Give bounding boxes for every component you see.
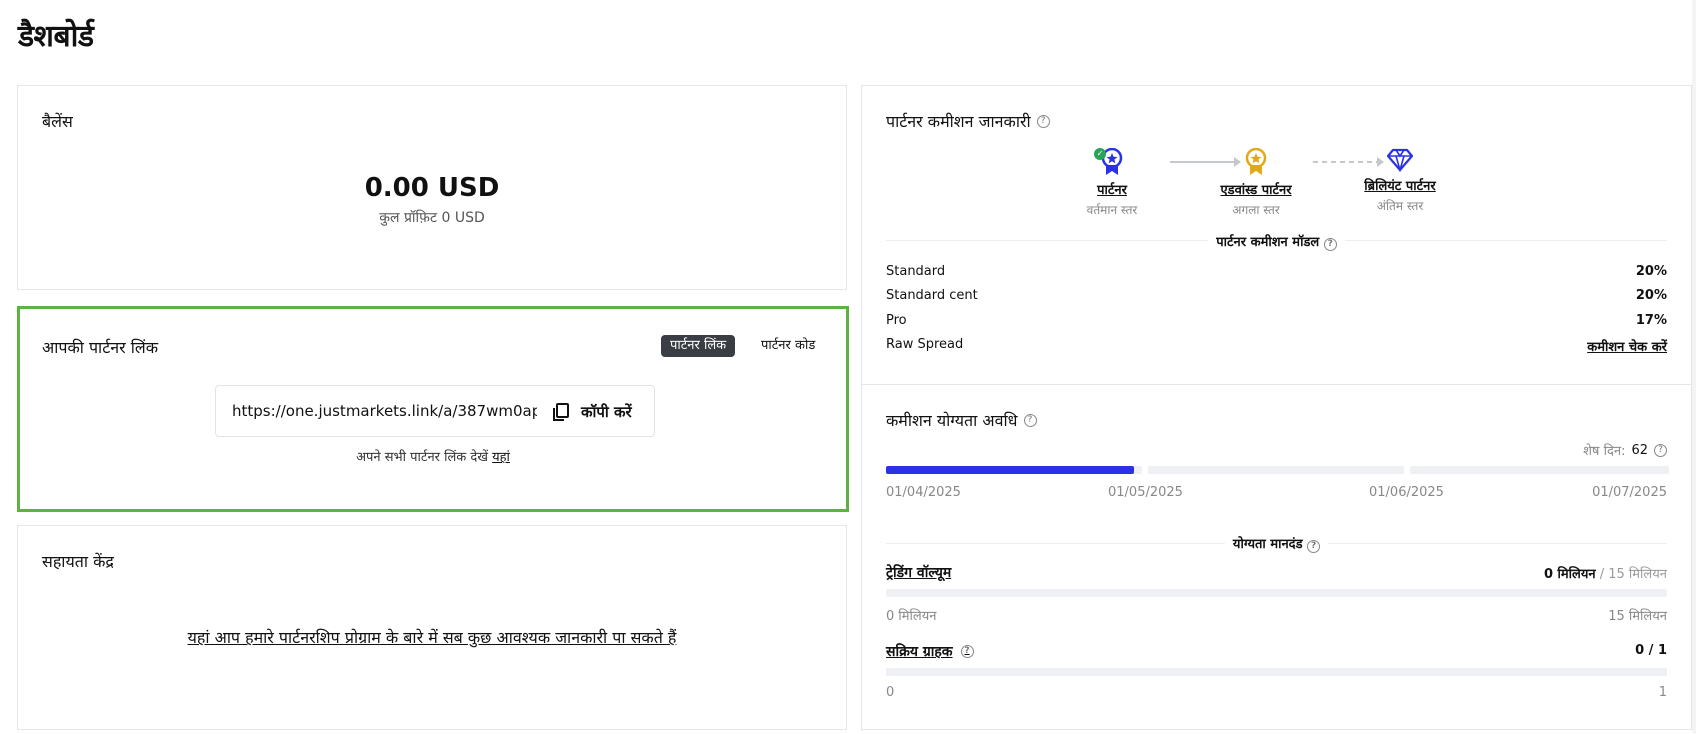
partner-link-url[interactable]: https://one.justmarkets.link/a/387wm0api… <box>232 402 537 420</box>
help-icon[interactable]: ? <box>1323 238 1337 251</box>
tab-partner-link[interactable]: पार्टनर लिंक <box>661 335 736 357</box>
period-title: कमीशन योग्यता अवधि ? <box>886 409 1037 431</box>
help-icon[interactable]: ? <box>1023 413 1037 427</box>
period-segment <box>1410 466 1669 474</box>
account-type: Standard <box>886 264 946 279</box>
period-progress-fill <box>886 466 1135 474</box>
days-left: शेष दिन: 62 ? <box>1583 441 1667 459</box>
total-profit: कुल प्रॉफ़िट 0 USD <box>379 210 485 226</box>
all-links-text: अपने सभी पार्टनर लिंक देखें <box>356 450 488 465</box>
account-type: Pro <box>886 313 907 328</box>
help-icon[interactable]: ? <box>1307 540 1321 553</box>
date-label: 01/05/2025 <box>1108 485 1183 500</box>
account-type: Raw Spread <box>886 337 964 352</box>
criteria-text: योग्यता मानदंड <box>1232 537 1303 552</box>
active-clients-min: 0 <box>886 685 895 700</box>
commission-value: 17% <box>1635 313 1667 328</box>
tier-brilliant-partner[interactable]: ब्रिलियंट पार्टनर अंतिम स्तर <box>1330 148 1470 214</box>
all-links-note: अपने सभी पार्टनर लिंक देखें यहां <box>20 447 846 465</box>
balance-amount: 0.00 USD <box>364 173 500 203</box>
trading-volume-link[interactable]: ट्रेडिंग वॉल्यूम <box>886 563 951 582</box>
copy-button[interactable]: कॉपी करें <box>551 398 632 426</box>
tab-partner-code[interactable]: पार्टनर कोड <box>752 335 824 357</box>
active-clients-link[interactable]: सक्रिय ग्राहक ? <box>886 642 974 661</box>
commission-model-label: पार्टनर कमीशन मॉडल ? <box>862 232 1691 251</box>
commission-title: पार्टनर कमीशन जानकारी ? <box>886 110 1050 132</box>
tier-name: एडवांस्ड पार्टनर <box>1220 183 1292 198</box>
balance-card: बैलेंस 0.00 USD कुल प्रॉफ़िट 0 USD <box>17 85 847 290</box>
commission-model-text: पार्टनर कमीशन मॉडल <box>1216 235 1320 250</box>
check-icon: ✓ <box>1094 148 1106 160</box>
active-clients-bar <box>886 668 1667 676</box>
help-icon[interactable]: ? <box>1036 114 1050 128</box>
commission-row: Pro 17% <box>886 313 1667 333</box>
commission-title-text: पार्टनर कमीशन जानकारी <box>886 112 1031 131</box>
trading-volume-min: 0 मिलियन <box>886 609 937 624</box>
partner-link-field[interactable]: https://one.justmarkets.link/a/387wm0api… <box>215 385 655 437</box>
tier-name: पार्टनर <box>1097 183 1127 198</box>
commission-row: Standard cent 20% <box>886 288 1667 308</box>
days-left-label: शेष दिन: <box>1583 444 1626 459</box>
days-left-value: 62 <box>1631 442 1648 458</box>
help-center-card: सहायता केंद्र यहां आप हमारे पार्टनरशिप प… <box>17 525 847 730</box>
active-clients-max: 1 <box>1658 685 1667 700</box>
help-center-link[interactable]: यहां आप हमारे पार्टनरशिप प्रोग्राम के बा… <box>18 626 846 648</box>
tier-advanced-partner[interactable]: एडवांस्ड पार्टनर अगला स्तर <box>1186 148 1326 218</box>
tier-partner[interactable]: ✓ पार्टनर वर्तमान स्तर <box>1042 148 1182 218</box>
qualification-period-card: कमीशन योग्यता अवधि ? शेष दिन: 62 ? 01/04… <box>861 384 1692 730</box>
period-segment <box>1148 466 1404 474</box>
tier-status: वर्तमान स्तर <box>1086 203 1138 217</box>
date-label: 01/07/2025 <box>1592 485 1667 500</box>
criteria-label: योग्यता मानदंड ? <box>862 534 1691 553</box>
tier-status: अंतिम स्तर <box>1376 199 1424 213</box>
account-type: Standard cent <box>886 288 978 303</box>
ribbon-star-icon <box>1245 148 1267 175</box>
partner-link-card: आपकी पार्टनर लिंक पार्टनर लिंक पार्टनर क… <box>17 306 849 512</box>
all-links-link[interactable]: यहां <box>492 450 510 465</box>
active-clients-label: सक्रिय ग्राहक <box>886 644 953 660</box>
commission-row: Standard 20% <box>886 264 1667 284</box>
commission-value: 20% <box>1635 264 1667 279</box>
trading-volume-current: 0 मिलियन <box>1543 567 1596 582</box>
tier-status: अगला स्तर <box>1232 203 1280 217</box>
date-label: 01/04/2025 <box>886 485 961 500</box>
date-label: 01/06/2025 <box>1369 485 1444 500</box>
tier-name: ब्रिलियंट पार्टनर <box>1364 179 1436 194</box>
commission-info-card: पार्टनर कमीशन जानकारी ? ✓ पार्टनर वर्तमा… <box>861 85 1692 385</box>
page-title: डैशबोर्ड <box>18 19 94 54</box>
copy-label: कॉपी करें <box>581 403 632 421</box>
help-icon[interactable]: ? <box>1654 443 1667 457</box>
trading-volume-target: / 15 मिलियन <box>1595 567 1667 582</box>
commission-value: 20% <box>1635 288 1667 303</box>
balance-title: बैलेंस <box>42 112 73 131</box>
trading-volume-value: 0 मिलियन / 15 मिलियन <box>1544 564 1667 582</box>
partner-link-title: आपकी पार्टनर लिंक <box>42 338 159 357</box>
scrollbar[interactable] <box>1692 0 1696 734</box>
period-title-text: कमीशन योग्यता अवधि <box>886 411 1018 430</box>
diamond-icon <box>1387 148 1413 172</box>
trading-volume-bar <box>886 589 1667 597</box>
help-icon[interactable]: ? <box>960 645 974 658</box>
help-center-title: सहायता केंद्र <box>42 552 114 571</box>
active-clients-value: 0 / 1 <box>1635 643 1667 658</box>
copy-icon <box>553 403 569 421</box>
check-commission-link[interactable]: कमीशन चेक करें <box>1587 337 1667 357</box>
trading-volume-max: 15 मिलियन <box>1608 609 1667 624</box>
period-segment <box>886 466 1142 474</box>
commission-row: Raw Spread कमीशन चेक करें <box>886 337 1667 357</box>
